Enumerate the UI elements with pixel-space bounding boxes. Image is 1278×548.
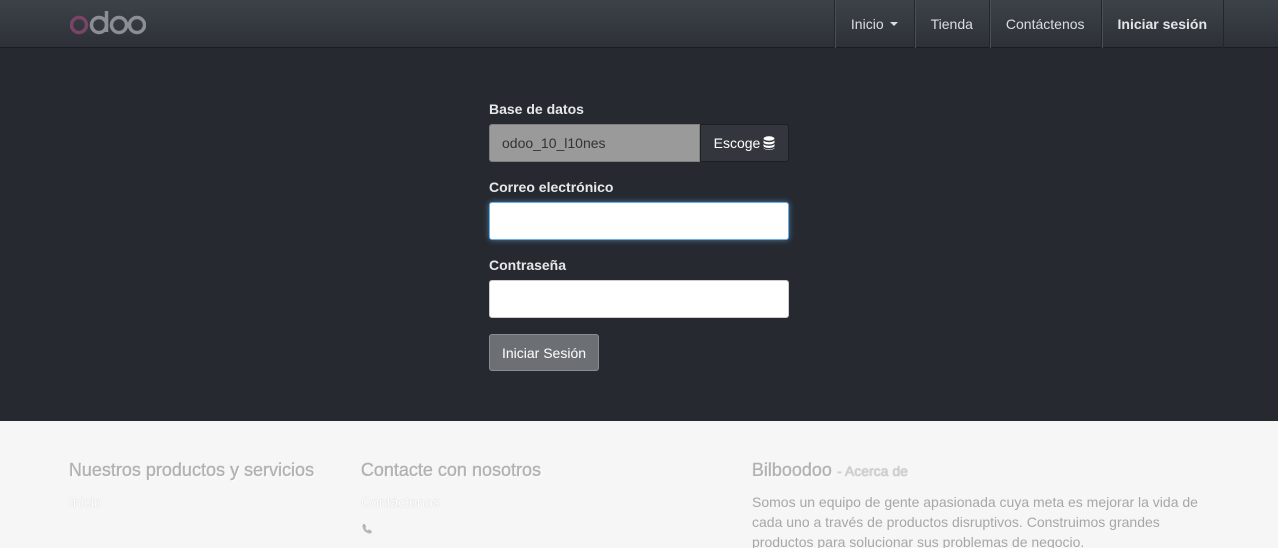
nav-item-contactenos[interactable]: Contáctenos — [988, 0, 1101, 48]
database-selector: odoo_10_l10nes Escoge — [489, 124, 789, 162]
email-label: Correo electrónico — [489, 179, 614, 195]
database-label: Base de datos — [489, 101, 584, 117]
footer-about-title: Bilboodoo - Acerca de — [752, 460, 1222, 481]
nav-item-label: Tienda — [930, 16, 973, 32]
footer: Nuestros productos y servicios Inicio Co… — [0, 421, 1278, 548]
nav-item-label: Iniciar sesión — [1117, 16, 1207, 32]
footer-link-inicio[interactable]: Inicio — [69, 494, 314, 510]
footer-products-title: Nuestros productos y servicios — [69, 460, 315, 480]
choose-database-button[interactable]: Escoge — [700, 124, 789, 162]
company-name: Bilboodoo — [752, 460, 833, 480]
footer-about-column: Bilboodoo - Acerca de Somos un equipo de… — [752, 421, 1222, 548]
main-nav: Inicio Tienda Contáctenos Iniciar sesión — [833, 0, 1224, 48]
database-icon — [763, 136, 775, 150]
login-form: Base de datos odoo_10_l10nes Escoge Corr… — [489, 100, 789, 371]
login-submit-button[interactable]: Iniciar Sesión — [489, 334, 599, 371]
choose-button-label: Escoge — [713, 135, 761, 151]
nav-item-iniciar-sesion[interactable]: Iniciar sesión — [1100, 0, 1224, 48]
about-link[interactable]: - Acerca de — [837, 463, 908, 479]
footer-link-contactenos[interactable]: Contáctenos — [361, 494, 541, 510]
odoo-logo[interactable]: odoo — [70, 7, 146, 39]
password-field[interactable] — [489, 280, 789, 318]
footer-contact-title: Contacte con nosotros — [361, 460, 542, 480]
footer-products-column: Nuestros productos y servicios Inicio — [69, 421, 314, 510]
nav-item-tienda[interactable]: Tienda — [913, 0, 989, 48]
nav-item-label: Inicio — [850, 16, 884, 32]
nav-item-label: Contáctenos — [1005, 16, 1085, 32]
caret-down-icon — [889, 22, 898, 26]
odoo-logo-icon — [70, 11, 146, 35]
nav-item-inicio[interactable]: Inicio — [833, 0, 914, 48]
top-navbar: odoo Inicio Tienda Contáctenos Iniciar s… — [0, 0, 1278, 48]
email-field[interactable] — [489, 202, 789, 240]
footer-contact-column: Contacte con nosotros Contáctenos — [361, 421, 541, 540]
database-field: odoo_10_l10nes — [489, 124, 700, 162]
footer-description: Somos un equipo de gente apasionada cuya… — [752, 494, 1198, 548]
phone-icon — [361, 522, 541, 540]
password-label: Contraseña — [489, 257, 567, 273]
